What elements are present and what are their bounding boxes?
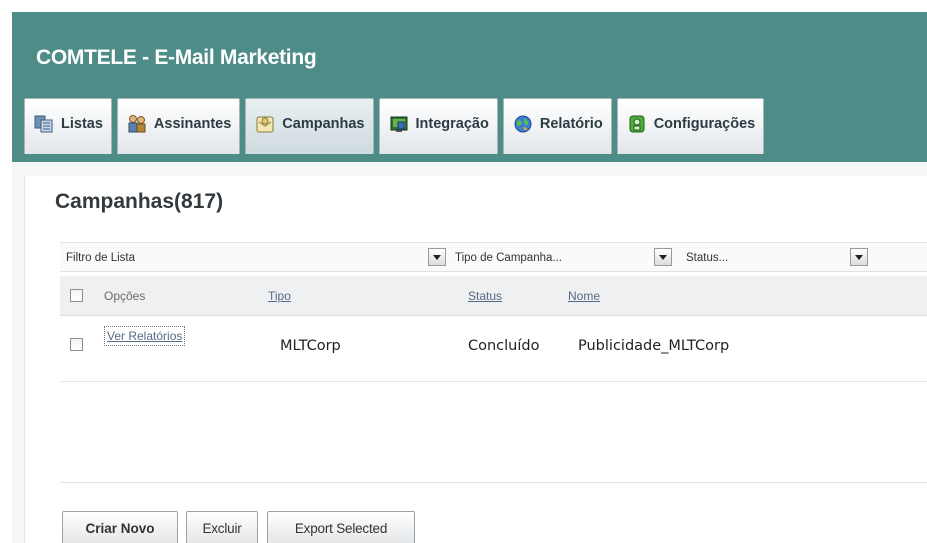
list-filter-select[interactable]: Filtro de Lista [66, 247, 426, 269]
divider [60, 482, 927, 483]
status-filter-select[interactable]: Status... [686, 247, 846, 269]
select-all-checkbox[interactable] [70, 289, 83, 302]
tab-label: Assinantes [153, 115, 232, 132]
chevron-down-icon [433, 255, 441, 260]
integration-icon [388, 113, 410, 135]
list-filter-dropdown-button[interactable] [428, 248, 446, 266]
row-checkbox[interactable] [70, 338, 83, 351]
tab-label: Campanhas [282, 115, 365, 132]
tab-label: Listas [61, 115, 103, 132]
delete-button[interactable]: Excluir [186, 511, 258, 543]
chevron-down-icon [659, 255, 667, 260]
row-status: Concluído [468, 338, 540, 354]
create-new-button[interactable]: Criar Novo [62, 511, 178, 543]
app-window: COMTELE - E-Mail Marketing Listas Assina… [0, 0, 927, 543]
tab-configuracoes[interactable]: Configurações [616, 98, 765, 154]
tab-label: Integração [415, 115, 489, 132]
type-filter-select[interactable]: Tipo de Campanha... [455, 247, 645, 269]
table-row: Ver Relatórios MLTCorp Concluído Publici… [60, 318, 927, 382]
page-title: Campanhas(817) [55, 190, 224, 213]
column-header-status[interactable]: Status [468, 289, 502, 303]
main-tabs: Listas Assinantes Campanhas Integração R… [24, 98, 769, 154]
campaigns-panel: Campanhas(817) Filtro de Lista Tipo de C… [24, 176, 927, 543]
app-title: COMTELE - E-Mail Marketing [36, 46, 317, 69]
tab-label: Configurações [653, 115, 756, 132]
column-header-name[interactable]: Nome [568, 289, 600, 303]
mail-icon [254, 113, 276, 135]
users-icon [126, 113, 148, 135]
tab-listas[interactable]: Listas [24, 98, 112, 154]
config-icon [626, 113, 648, 135]
type-filter-value: Tipo de Campanha... [455, 252, 562, 264]
chevron-down-icon [855, 255, 863, 260]
tab-campanhas[interactable]: Campanhas [245, 98, 374, 154]
tab-integracao[interactable]: Integração [378, 98, 498, 154]
column-header-type[interactable]: Tipo [268, 289, 291, 303]
table-header: Opções Tipo Status Nome [60, 276, 927, 316]
row-name: Publicidade_MLTCorp [578, 338, 730, 354]
export-selected-button[interactable]: Export Selected [267, 511, 415, 543]
tab-label: Relatório [539, 115, 603, 132]
view-reports-link[interactable]: Ver Relatórios [104, 326, 186, 346]
type-filter-dropdown-button[interactable] [654, 248, 672, 266]
status-filter-value: Status... [686, 252, 729, 264]
list-filter-value: Filtro de Lista [66, 252, 136, 264]
tab-assinantes[interactable]: Assinantes [116, 98, 241, 154]
row-type: MLTCorp [280, 338, 341, 354]
list-icon [33, 113, 55, 135]
column-header-options: Opções [104, 289, 146, 303]
tab-relatorio[interactable]: Relatório [502, 98, 612, 154]
status-filter-dropdown-button[interactable] [850, 248, 868, 266]
filter-bar: Filtro de Lista Tipo de Campanha... Stat… [60, 242, 927, 272]
globe-icon [512, 113, 534, 135]
